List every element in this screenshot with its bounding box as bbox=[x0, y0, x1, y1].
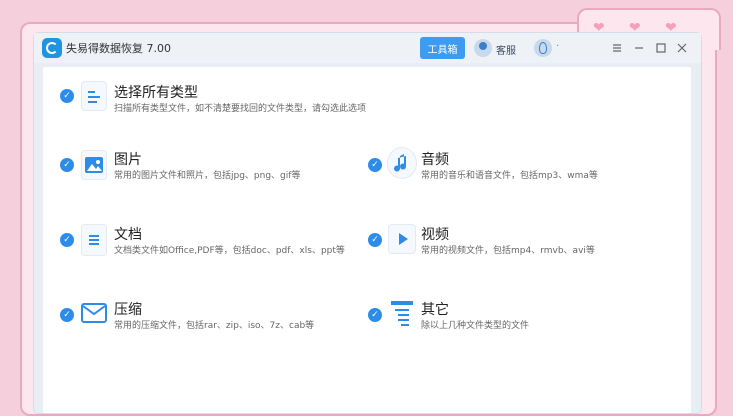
checked-icon[interactable]: ✓ bbox=[368, 308, 382, 322]
option-description: 常用的视频文件，包括mp4、rmvb、avi等 bbox=[421, 246, 595, 256]
close-icon[interactable] bbox=[675, 41, 689, 55]
option-title: 压缩 bbox=[114, 302, 142, 318]
list-document-icon bbox=[82, 82, 106, 110]
menu-icon[interactable] bbox=[610, 41, 624, 55]
option-title: 其它 bbox=[421, 302, 449, 318]
toolbox-button[interactable]: 工具箱 bbox=[420, 37, 465, 59]
option-description: 扫描所有类型文件，如不清楚要找回的文件类型，请勾选此选项 bbox=[114, 104, 367, 114]
option-title: 音频 bbox=[421, 152, 449, 168]
picture-icon bbox=[82, 151, 106, 179]
checked-icon[interactable]: ✓ bbox=[60, 308, 74, 322]
user-account-label[interactable]: · bbox=[556, 41, 559, 52]
title-bar[interactable]: 失易得数据恢复 7.00 工具箱 客服 · bbox=[34, 33, 701, 63]
option-description: 常用的音乐和语音文件，包括mp3、wma等 bbox=[421, 171, 598, 181]
checked-icon[interactable]: ✓ bbox=[368, 233, 382, 247]
minimize-icon[interactable] bbox=[632, 41, 646, 55]
user-account-icon[interactable] bbox=[534, 39, 552, 57]
customer-service-label[interactable]: 客服 bbox=[496, 42, 516, 57]
app-logo-icon bbox=[42, 38, 62, 58]
checked-icon[interactable]: ✓ bbox=[60, 158, 74, 172]
option-title: 选择所有类型 bbox=[114, 85, 198, 101]
video-play-icon bbox=[389, 225, 415, 253]
envelope-icon bbox=[80, 300, 108, 326]
music-note-icon bbox=[388, 148, 416, 178]
option-description: 文档类文件如Office,PDF等，包括doc、pdf、xls、ppt等 bbox=[114, 246, 345, 256]
customer-service-icon[interactable] bbox=[474, 39, 492, 57]
option-description: 除以上几种文件类型的文件 bbox=[421, 321, 530, 331]
other-files-icon bbox=[389, 299, 415, 329]
file-type-panel: ✓ 选择所有类型 扫描所有类型文件，如不清楚要找回的文件类型，请勾选此选项 ✓ … bbox=[43, 67, 691, 413]
checked-icon[interactable]: ✓ bbox=[368, 158, 382, 172]
app-window: 失易得数据恢复 7.00 工具箱 客服 · ✓ 选择所有类型 扫描所有类型文件，… bbox=[34, 33, 701, 413]
option-title: 文档 bbox=[114, 227, 142, 243]
app-title: 失易得数据恢复 7.00 bbox=[66, 42, 171, 55]
option-title: 视频 bbox=[421, 227, 449, 243]
option-title: 图片 bbox=[114, 152, 142, 168]
option-description: 常用的压缩文件，包括rar、zip、iso、7z、cab等 bbox=[114, 321, 315, 331]
option-description: 常用的图片文件和照片，包括jpg、png、gif等 bbox=[114, 171, 301, 181]
document-icon bbox=[82, 225, 106, 255]
checked-icon[interactable]: ✓ bbox=[60, 233, 74, 247]
checked-icon[interactable]: ✓ bbox=[60, 89, 74, 103]
maximize-icon[interactable] bbox=[654, 41, 668, 55]
